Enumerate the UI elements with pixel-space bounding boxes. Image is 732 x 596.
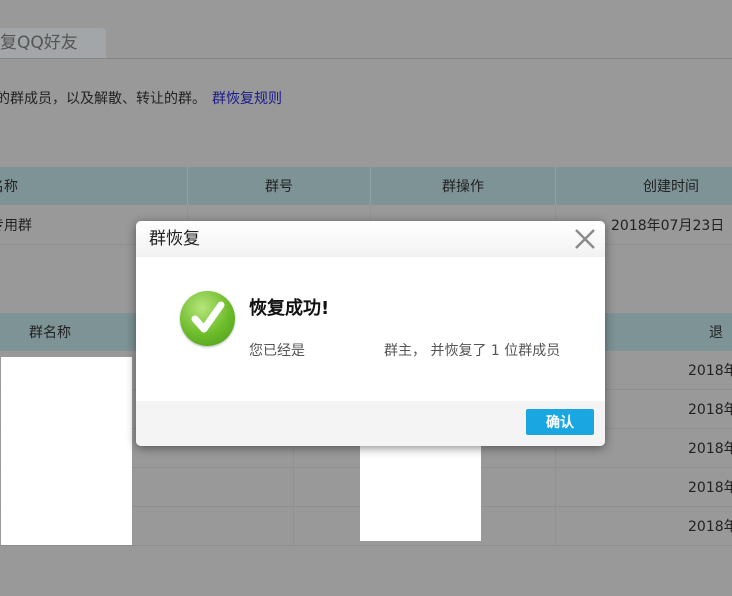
header-quit: 退 xyxy=(709,325,723,341)
dialog-title: 群恢复 xyxy=(136,221,605,257)
close-icon[interactable] xyxy=(573,227,597,251)
message-suffix: 群主， 并恢复了 1 位群成员 xyxy=(384,343,561,359)
quit-date: 2018年 xyxy=(688,519,732,535)
redacted-area xyxy=(360,443,481,541)
message-prefix: 您已经是 xyxy=(249,343,305,359)
success-check-icon xyxy=(180,291,235,346)
quit-date: 2018年 xyxy=(688,480,732,496)
dialog-heading: 恢复成功! xyxy=(249,298,330,319)
header-group-action: 群操作 xyxy=(371,167,556,205)
restore-success-dialog: 群恢复 恢复成功! 您已经是 群主， 并恢复了 1 位群成员 确认 xyxy=(136,221,605,446)
header-name: 名称 xyxy=(0,167,188,205)
tab-restore-qq-friends[interactable]: 复QQ好友 xyxy=(0,28,106,59)
intro-text: 的群成员，以及解散、转让的群。 群恢复规则 xyxy=(0,88,282,108)
header-group-name: 群名称 xyxy=(29,325,71,341)
header-group-number: 群号 xyxy=(188,167,371,205)
redacted-area xyxy=(1,357,132,545)
table1-header: 名称 群号 群操作 创建时间 xyxy=(0,167,732,205)
confirm-button[interactable]: 确认 xyxy=(526,409,594,435)
restore-rules-link[interactable]: 群恢复规则 xyxy=(212,91,282,107)
header-created: 创建时间 xyxy=(643,179,699,195)
tab-divider xyxy=(0,58,732,59)
dialog-footer: 确认 xyxy=(136,401,605,446)
intro-description: 的群成员，以及解散、转让的群。 xyxy=(0,91,206,107)
